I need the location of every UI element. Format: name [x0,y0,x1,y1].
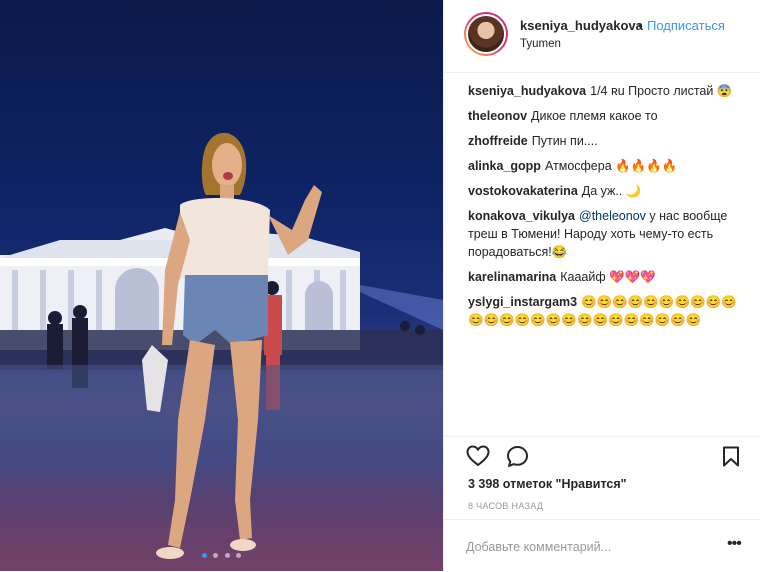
location-link[interactable]: Tyumen [520,38,561,50]
instagram-post: kseniya_hudyakova • Подписаться Tyumen k… [0,0,760,571]
author-username[interactable]: kseniya_hudyakova [520,18,643,33]
comment-username[interactable]: theleonov [468,109,527,123]
carousel-indicator [0,547,443,561]
caption: kseniya_hudyakova 1/4 ʀu Просто листай 😨 [468,82,748,100]
action-bar [444,436,760,475]
carousel-dot[interactable] [224,553,230,558]
comment: konakova_vikulya @theleonov у нас вообще … [468,207,748,261]
bookmark-icon[interactable] [722,446,740,467]
likes-count[interactable]: 3 398 отметок "Нравится" [468,477,627,491]
comment-text: Дикое племя какое то [531,109,658,123]
post-timestamp[interactable]: 8 ЧАСОВ НАЗАД [468,501,543,511]
comment-text: Да уж.. 🌙 [581,184,642,198]
comment: zhoffreide Путин пи.... [468,132,748,150]
comment-text: Кааайф 💖💖💖 [560,270,656,284]
follow-button[interactable]: Подписаться [647,18,725,33]
carousel-dot-active[interactable] [201,553,207,558]
avatar[interactable] [466,14,506,54]
comment-username[interactable]: kseniya_hudyakova [468,84,586,98]
more-options-icon[interactable]: ••• [727,535,742,553]
carousel-dot[interactable] [236,553,242,558]
comment-text: Путин пи.... [531,134,598,148]
comment-text: 1/4 ʀu Просто листай 😨 [590,84,733,98]
post-header: kseniya_hudyakova • Подписаться Tyumen [444,0,760,73]
comment: alinka_gopp Атмосфера 🔥🔥🔥🔥 [468,157,748,175]
comment-text: Атмосфера 🔥🔥🔥🔥 [544,159,678,173]
comment: vostokovakaterina Да уж.. 🌙 [468,182,748,200]
add-comment-bar: ••• [444,519,760,572]
comment-mention[interactable]: @theleonov [579,209,646,223]
comment: karelinamarina Кааайф 💖💖💖 [468,268,748,286]
comment-username[interactable]: yslygi_instargam3 [468,295,577,309]
comment-username[interactable]: karelinamarina [468,270,556,284]
comments-list: kseniya_hudyakova 1/4 ʀu Просто листай 😨 … [468,82,748,336]
comment-username[interactable]: konakova_vikulya [468,209,575,223]
post-side-panel: kseniya_hudyakova • Подписаться Tyumen k… [443,0,760,571]
carousel-dot[interactable] [213,553,219,558]
avatar-story-ring[interactable] [464,12,508,56]
comment-input[interactable] [466,536,716,558]
comment: yslygi_instargam3 😊😊😊😊😊😊😊😊😊😊😊😊😊😊😊😊😊😊😊😊😊😊😊… [468,293,748,329]
comment-username[interactable]: alinka_gopp [468,159,541,173]
comment-username[interactable]: vostokovakaterina [468,184,578,198]
heart-icon[interactable] [466,445,490,467]
comment-bubble-icon[interactable] [506,445,529,468]
post-photo[interactable] [0,0,443,571]
header-separator: • [638,18,643,33]
photo-scene [0,132,443,571]
comment: theleonov Дикое племя какое то [468,107,748,125]
comment-username[interactable]: zhoffreide [468,134,528,148]
